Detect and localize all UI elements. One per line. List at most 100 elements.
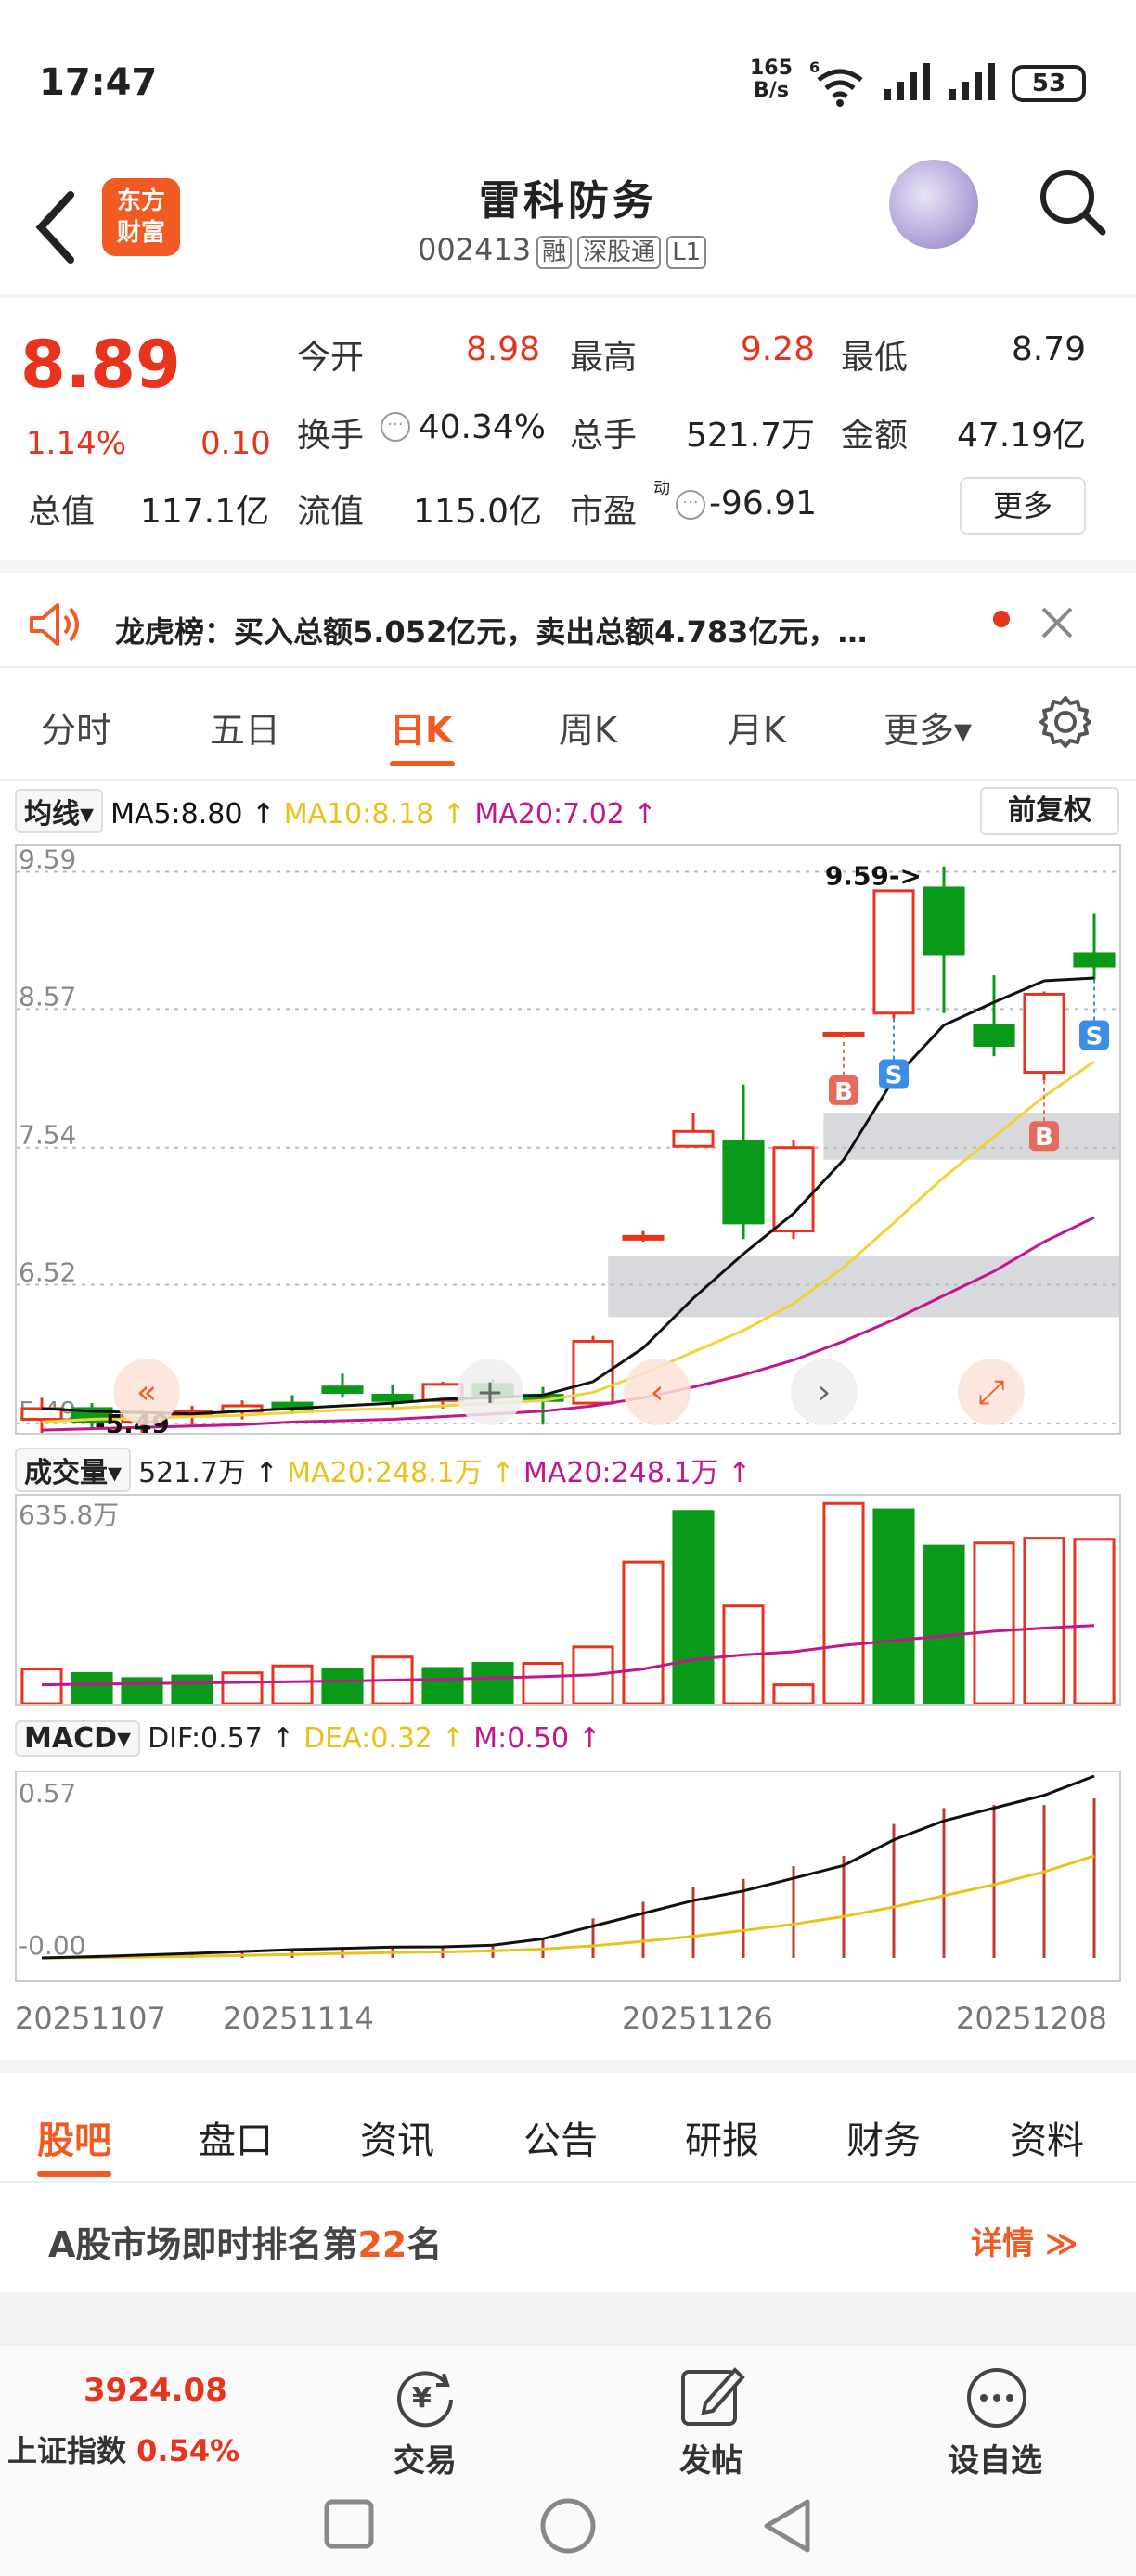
volume-ma-b: MA20:248.1万 ↑: [523, 1457, 752, 1489]
date-label: 20251114: [223, 2001, 374, 2036]
rank-suffix: 名: [407, 2224, 443, 2265]
volume-bar: [20, 1668, 63, 1704]
recents-key-icon[interactable]: [321, 2496, 377, 2556]
macd-m: M:0.50 ↑: [473, 1722, 601, 1755]
volume-bar: [221, 1671, 264, 1704]
trade-icon[interactable]: ¥: [390, 2363, 460, 2437]
date-label: 20251208: [956, 2001, 1107, 2036]
last-price: 8.89: [20, 327, 181, 403]
tab-weekly-k[interactable]: 周K: [559, 702, 617, 753]
ma10-value: MA10:8.18 ↑: [283, 798, 466, 831]
header-divider: [0, 295, 1136, 297]
post-icon[interactable]: [678, 2363, 748, 2437]
detail-link[interactable]: 详情 ≫: [971, 2218, 1078, 2263]
tab-forum[interactable]: 股吧: [37, 2110, 111, 2164]
rank-row[interactable]: A股市场即时排名第22名 详情 ≫: [0, 2181, 1136, 2292]
trade-marker-label: B: [834, 1078, 853, 1106]
tab-monthly-k[interactable]: 月K: [728, 702, 786, 753]
notice-bar[interactable]: 龙虎榜：买入总额5.052亿元，卖出总额4.783亿元，…: [0, 560, 1136, 668]
macd-top-label: 0.57: [19, 1778, 76, 1809]
rank-prefix: A股市场即时排名第: [48, 2224, 358, 2265]
more-options-icon[interactable]: [962, 2363, 1032, 2437]
index-value[interactable]: 3924.08: [84, 2372, 227, 2409]
pe-label: 市盈: [570, 493, 638, 531]
macd-chart[interactable]: 0.57 -0.00: [15, 1771, 1121, 1982]
y-tick-label: 6.52: [19, 1257, 76, 1288]
tab-daily-k[interactable]: 日K: [390, 702, 452, 753]
ma20-line: [41, 1216, 1095, 1432]
turnover-label: 换手: [297, 417, 365, 455]
tab-research[interactable]: 研报: [685, 2110, 759, 2164]
high-value: 9.28: [740, 330, 815, 368]
status-bar: 17:47 165 B/s 6 53: [0, 0, 1136, 158]
tab-profile[interactable]: 资料: [1010, 2110, 1084, 2164]
pe-dynamic-mark: 动: [653, 479, 670, 498]
tab-intraday[interactable]: 分时: [41, 702, 111, 753]
mktcap-label: 总值: [28, 493, 96, 531]
volume-value: 521.7万 ↑: [138, 1457, 278, 1489]
volume-bar: [1073, 1538, 1116, 1704]
ma-legend: 均线▾ MA5:8.80 ↑ MA10:8.18 ↑ MA20:7.02 ↑: [15, 789, 657, 833]
volume-bar: [71, 1671, 113, 1704]
tab-orderbook[interactable]: 盘口: [199, 2110, 273, 2164]
trade-label[interactable]: 交易: [351, 2435, 499, 2480]
low-value: 8.79: [1011, 330, 1086, 368]
candlestick-chart[interactable]: 9.598.577.546.525.49BSBS9.59->-5.49«+‹›⤢: [15, 844, 1121, 1435]
index-pct: 0.54%: [136, 2433, 240, 2468]
back-key-icon[interactable]: [759, 2496, 815, 2559]
rank-number: 22: [357, 2224, 407, 2265]
candle-body: [722, 1139, 765, 1225]
chart-control-icon: ⤢: [978, 1373, 1005, 1411]
macd-legend: MACD▾ DIF:0.57 ↑ DEA:0.32 ↑ M:0.50 ↑: [15, 1720, 601, 1757]
watchlist-label[interactable]: 设自选: [921, 2435, 1069, 2480]
macd-selector[interactable]: MACD▾: [15, 1720, 141, 1757]
ma5-value: MA5:8.80 ↑: [110, 798, 276, 831]
tag-margin: 融: [536, 236, 573, 269]
volume-chart[interactable]: 635.8万: [15, 1494, 1121, 1706]
volume-selector[interactable]: 成交量▾: [15, 1448, 132, 1492]
clock: 17:47: [39, 61, 158, 104]
tab-five-day[interactable]: 五日: [210, 702, 280, 753]
indicator-selector[interactable]: 均线▾: [15, 789, 104, 833]
chart-control-icon: ›: [818, 1373, 831, 1411]
home-key-icon[interactable]: [538, 2496, 598, 2559]
tab-announcements[interactable]: 公告: [523, 2110, 598, 2164]
float-value: 115.0亿: [412, 493, 542, 531]
candle-body: [672, 1129, 715, 1148]
more-button[interactable]: 更多: [960, 477, 1086, 535]
tab-financials[interactable]: 财务: [846, 2110, 921, 2164]
period-tabs: 分时 五日 日K 周K 月K 更多▾: [0, 670, 1136, 781]
turnover-value: 40.34%: [418, 408, 546, 446]
candle-body: [923, 886, 965, 956]
robot-avatar[interactable]: [889, 160, 978, 249]
svg-text:¥: ¥: [412, 2382, 432, 2415]
tag-connect: 深股通: [577, 236, 662, 269]
amount-value: 47.19亿: [956, 417, 1086, 455]
y-tick-label: 7.54: [19, 1120, 76, 1151]
candle-body: [772, 1146, 815, 1233]
macd-dif: DIF:0.57 ↑: [148, 1722, 295, 1755]
tab-news[interactable]: 资讯: [360, 2110, 434, 2164]
net-type: 6: [809, 59, 820, 76]
mktcap-value: 117.1亿: [139, 493, 269, 531]
post-label[interactable]: 发帖: [637, 2435, 785, 2480]
open-label: 今开: [297, 339, 365, 377]
signal-icon-1: [882, 61, 934, 106]
index-name: 上证指数: [7, 2433, 127, 2468]
search-icon[interactable]: [1038, 167, 1108, 241]
change-pct: 1.14%: [26, 425, 127, 462]
high-annotation: 9.59->: [825, 861, 922, 892]
index-name-row[interactable]: 上证指数 0.54%: [7, 2428, 239, 2470]
macd-svg: 0.57-0.00: [19, 1774, 1096, 1961]
y-tick-label: 8.57: [19, 981, 76, 1011]
float-label: 流值: [297, 493, 365, 531]
low-label: 最低: [841, 339, 909, 377]
ma20-value: MA20:7.02 ↑: [474, 798, 657, 831]
gear-icon[interactable]: [1038, 694, 1093, 753]
tab-more[interactable]: 更多▾: [884, 702, 972, 753]
close-icon[interactable]: [1039, 605, 1075, 644]
adjust-button[interactable]: 前复权: [980, 787, 1119, 835]
candle-body: [973, 1024, 1015, 1048]
spacer: [0, 2292, 1136, 2344]
signal-icon-2: [947, 61, 999, 106]
